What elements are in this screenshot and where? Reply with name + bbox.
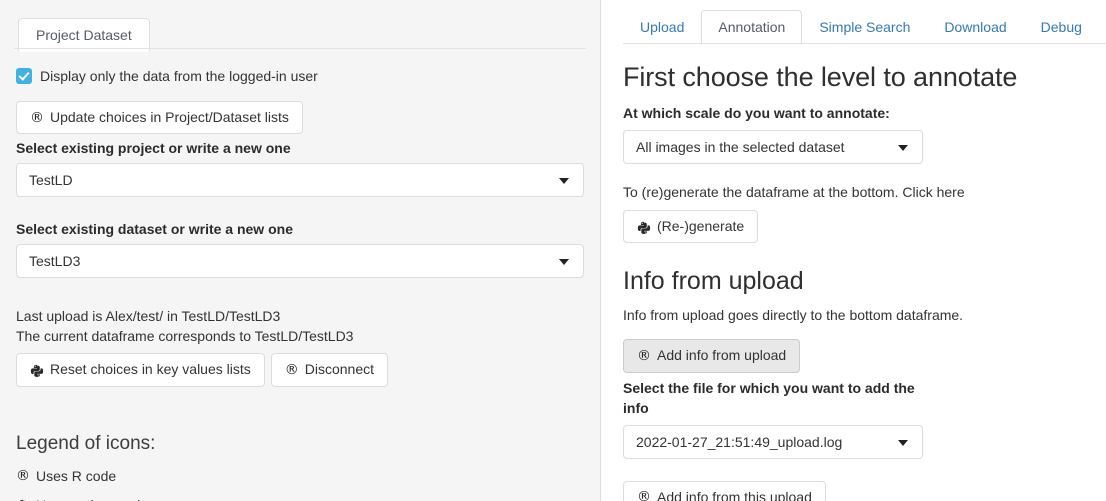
regenerate-hint: To (re)generate the dataframe at the bot… xyxy=(623,184,965,200)
legend-item-r-label: Uses R code xyxy=(36,467,117,484)
heading-choose-level: First choose the level to annotate xyxy=(623,62,1018,92)
legend-item-python-label: Uses python code xyxy=(36,497,148,501)
right-tab-divider xyxy=(623,43,1106,44)
file-select[interactable]: 2022-01-27_21:51:49_upload.log xyxy=(623,424,923,459)
left-panel: Project Dataset Display only the data fr… xyxy=(0,0,601,501)
project-select[interactable]: TestLD xyxy=(16,163,584,198)
add-info-from-upload-button-label: Add info from upload xyxy=(657,347,787,364)
disconnect-button[interactable]: ® Disconnect xyxy=(270,353,389,387)
right-panel: Upload Annotation Simple Search Download… xyxy=(601,0,1106,501)
left-tab-divider xyxy=(14,48,586,49)
disconnect-button-label: Disconnect xyxy=(304,361,375,378)
tab-upload-label: Upload xyxy=(640,18,685,35)
app-root: Project Dataset Display only the data fr… xyxy=(0,0,1106,501)
legend-title: Legend of icons: xyxy=(16,432,156,454)
file-select-label: Select the file for which you want to ad… xyxy=(623,379,915,416)
update-choices-button-label: Update choices in Project/Dataset lists xyxy=(50,109,289,125)
scale-select[interactable]: All images in the selected dataset xyxy=(623,130,923,164)
last-upload-status: Last upload is Alex/test/ in TestLD/Test… xyxy=(16,308,281,325)
add-info-from-upload-button[interactable]: ® Add info from upload xyxy=(623,339,801,373)
r-code-icon: ® xyxy=(637,489,651,501)
reset-choices-button-label: Reset choices in key values lists xyxy=(50,361,251,378)
project-select-value: TestLD xyxy=(29,172,73,189)
legend-item-python: Uses python code xyxy=(16,497,586,501)
file-select-value: 2022-01-27_21:51:49_upload.log xyxy=(636,433,843,450)
heading-info-from-upload: Info from upload xyxy=(623,267,804,296)
reset-choices-button[interactable]: Reset choices in key values lists xyxy=(16,353,265,387)
python-icon xyxy=(637,221,651,235)
logged-in-user-checkbox-label: Display only the data from the logged-in… xyxy=(40,68,318,84)
chevron-down-icon xyxy=(898,439,908,446)
chevron-down-icon xyxy=(559,259,569,266)
update-choices-button[interactable]: ® Update choices in Project/Dataset list… xyxy=(16,101,303,135)
chevron-down-icon xyxy=(559,178,569,185)
tab-debug-label: Debug xyxy=(1040,18,1082,35)
tab-download-label: Download xyxy=(944,18,1007,35)
chevron-down-icon xyxy=(898,145,908,151)
info-from-upload-paragraph: Info from upload goes directly to the bo… xyxy=(623,307,964,324)
left-tab-bar: Project Dataset xyxy=(18,0,586,53)
left-action-buttons: Reset choices in key values lists ® Disc… xyxy=(16,353,586,387)
scale-select-label: At which scale do you want to annotate: xyxy=(623,105,890,121)
r-code-icon: ® xyxy=(16,467,30,484)
tab-simple-search-label: Simple Search xyxy=(819,18,911,35)
python-icon xyxy=(30,364,44,378)
regenerate-button[interactable]: (Re-)generate xyxy=(623,210,759,244)
checkbox-icon[interactable] xyxy=(16,68,32,84)
right-tab-bar: Upload Annotation Simple Search Download… xyxy=(623,0,1106,45)
dataset-select-value: TestLD3 xyxy=(29,253,81,270)
r-code-icon: ® xyxy=(637,348,651,365)
tab-upload[interactable]: Upload xyxy=(623,10,701,45)
project-select-label: Select existing project or write a new o… xyxy=(16,140,291,157)
legend-item-r: ® Uses R code xyxy=(16,468,586,484)
dataset-select[interactable]: TestLD3 xyxy=(16,244,584,279)
scale-select-value: All images in the selected dataset xyxy=(636,139,845,155)
r-code-icon: ® xyxy=(30,109,44,126)
tab-download[interactable]: Download xyxy=(927,10,1023,45)
tab-project-dataset-label: Project Dataset xyxy=(36,27,132,43)
logged-in-user-checkbox-row[interactable]: Display only the data from the logged-in… xyxy=(16,68,586,84)
current-dataframe-status: The current dataframe corresponds to Tes… xyxy=(16,328,354,345)
add-info-from-this-upload-button-label: Add info from this upload xyxy=(657,488,812,501)
tab-annotation[interactable]: Annotation xyxy=(701,9,803,45)
regenerate-button-label: (Re-)generate xyxy=(657,218,745,234)
tab-simple-search[interactable]: Simple Search xyxy=(802,10,927,45)
tab-annotation-label: Annotation xyxy=(718,18,786,35)
r-code-icon: ® xyxy=(284,362,299,379)
add-info-from-this-upload-button[interactable]: ® Add info from this upload xyxy=(623,480,826,501)
tab-debug[interactable]: Debug xyxy=(1024,10,1099,45)
dataset-select-label: Select existing dataset or write a new o… xyxy=(16,221,293,238)
